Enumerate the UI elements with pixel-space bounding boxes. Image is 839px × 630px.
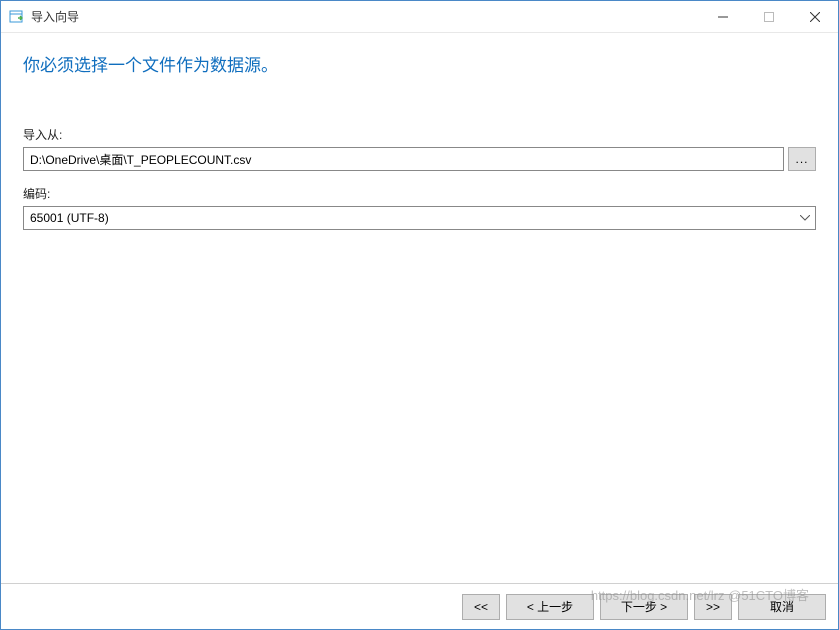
instruction-text: 你必须选择一个文件作为数据源。 (23, 51, 816, 76)
content-area: 你必须选择一个文件作为数据源。 导入从: ... 编码: (1, 33, 838, 583)
browse-button[interactable]: ... (788, 147, 816, 171)
encoding-label: 编码: (23, 185, 816, 202)
maximize-button (746, 1, 792, 32)
encoding-select[interactable] (23, 206, 816, 230)
close-button[interactable] (792, 1, 838, 32)
last-button[interactable]: >> (694, 594, 732, 620)
footer-nav: << < 上一步 下一步 > >> 取消 (1, 583, 838, 629)
titlebar: 导入向导 (1, 1, 838, 33)
minimize-button[interactable] (700, 1, 746, 32)
import-wizard-window: 导入向导 你必须选择一个文件作为数据源。 导入从: ... 编码: (0, 0, 839, 630)
first-button[interactable]: << (462, 594, 500, 620)
cancel-button[interactable]: 取消 (738, 594, 826, 620)
window-controls (700, 1, 838, 32)
window-title: 导入向导 (31, 8, 700, 25)
next-button[interactable]: 下一步 > (600, 594, 688, 620)
encoding-row (23, 206, 816, 230)
spacer (23, 244, 816, 573)
import-from-input[interactable] (23, 147, 784, 171)
prev-button[interactable]: < 上一步 (506, 594, 594, 620)
app-icon (9, 9, 25, 25)
import-from-label: 导入从: (23, 126, 816, 143)
import-from-row: ... (23, 147, 816, 171)
